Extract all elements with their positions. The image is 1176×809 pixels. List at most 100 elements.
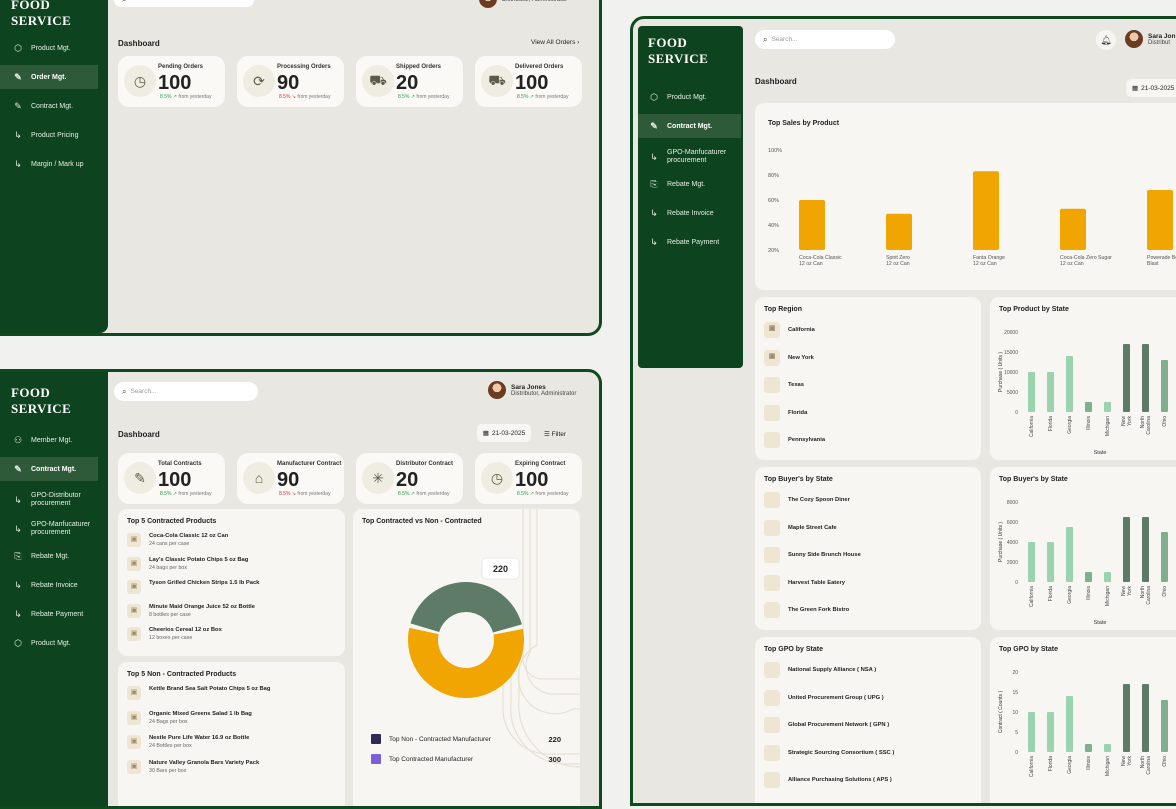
- sidebar-item-rebate-payment[interactable]: ↳ Rebate Payment: [0, 602, 98, 626]
- sidebar-item-contract-mgt[interactable]: ✎ Contract Mgt.: [0, 457, 98, 481]
- sidebar-item-rebate-mgt[interactable]: ⎘ Rebate Mgt.: [638, 172, 741, 196]
- donut-slice-contracted[interactable]: [408, 627, 524, 698]
- sidebar-item-member-mgt[interactable]: ⚇ Member Mgt.: [0, 428, 98, 452]
- list-item[interactable]: ▣ Minute Maid Orange Juice 52 oz Bottle 8 …: [127, 603, 255, 618]
- bell-icon[interactable]: ◔: [462, 0, 467, 4]
- state-bar[interactable]: [1123, 517, 1130, 582]
- state-bar[interactable]: [1085, 744, 1092, 752]
- sidebar-item-product-pricing[interactable]: ↳ Product Pricing: [0, 123, 98, 147]
- state-bar[interactable]: [1028, 372, 1035, 412]
- sales-bar[interactable]: [973, 171, 999, 250]
- filter-button[interactable]: ☰ Filter: [544, 430, 566, 438]
- state-bar[interactable]: [1028, 542, 1035, 582]
- list-item[interactable]: Harvest Table Eatery: [764, 574, 845, 591]
- user-profile[interactable]: Sara Jones Distributor, Administrator: [488, 381, 576, 399]
- stat-card-processing-orders[interactable]: ⟳ Processing Orders 90 8.5% ↘ from yeste…: [237, 56, 344, 107]
- date-picker[interactable]: ▦ 21-03-2025: [1126, 79, 1176, 97]
- state-bar[interactable]: [1066, 527, 1073, 582]
- x-tick-label: Georgia: [1067, 756, 1073, 774]
- product-name: Cheerios Cereal 12 oz Box: [149, 627, 222, 633]
- state-bar[interactable]: [1047, 372, 1054, 412]
- state-bar[interactable]: [1123, 684, 1130, 752]
- list-item[interactable]: Pennsylvania: [764, 432, 825, 448]
- sidebar-item-rebate-payment[interactable]: ↳ Rebate Payment: [638, 230, 741, 254]
- list-item[interactable]: ▣ Cheerios Cereal 12 oz Box 12 boxes per c…: [127, 627, 222, 641]
- bell-icon[interactable]: 🔔︎: [1096, 30, 1116, 50]
- list-item[interactable]: Global Procurement Network ( GPN ): [764, 717, 889, 733]
- list-item[interactable]: Maple Street Cafe: [764, 519, 837, 536]
- sidebar-item-gpo-manfucaturer-procurement[interactable]: ↳ GPO-Manfucaturer procurement: [638, 143, 741, 171]
- list-item[interactable]: National Supply Alliance ( NSA ): [764, 662, 876, 678]
- sidebar-item-contract-mgt[interactable]: ✎ Contract Mgt.: [0, 94, 98, 118]
- list-item[interactable]: Florida: [764, 404, 807, 421]
- list-item[interactable]: Alliance Purchasing Solutions ( APS ): [764, 772, 892, 788]
- x-tick-label: Ohio: [1162, 586, 1168, 597]
- date-picker[interactable]: ▦ 21-03-2025: [477, 424, 531, 442]
- sales-bar[interactable]: [1147, 190, 1173, 250]
- state-bar[interactable]: [1104, 572, 1111, 582]
- sidebar-item-gpo-manfucaturer-procurement[interactable]: ↳ GPO-Manfucaturer procurement: [0, 515, 98, 543]
- state-bar[interactable]: [1028, 712, 1035, 752]
- list-item[interactable]: ▣ Lay's Classic Potato Chips 5 oz Bag 24 b…: [127, 556, 248, 571]
- state-bar[interactable]: [1142, 517, 1149, 582]
- search-input[interactable]: ⌕: [114, 0, 254, 7]
- state-bar[interactable]: [1161, 700, 1168, 752]
- stat-card-distributor-contract[interactable]: ✳ Distributor Contract 20 8.5% ↗ from ye…: [356, 453, 463, 504]
- stat-card-manufacturer-contract[interactable]: ⌂ Manufacturer Contract 90 8.5% ↘ from y…: [237, 453, 344, 504]
- y-axis-label: Contract ( Counts ): [998, 691, 1004, 734]
- state-bar[interactable]: [1104, 402, 1111, 412]
- sidebar-item-rebate-invoice[interactable]: ↳ Rebate Invoice: [0, 573, 98, 597]
- list-item[interactable]: ▣ Nestle Pure Life Water 16.9 oz Bottle 24…: [127, 735, 249, 749]
- search-input[interactable]: ⌕ Search...: [114, 382, 258, 401]
- state-bar[interactable]: [1123, 344, 1130, 412]
- list-item[interactable]: Sunny Side Brunch House: [764, 547, 861, 563]
- stat-card-delivered-orders[interactable]: ⛟ Delivered Orders 100 8.5% ↗ from yeste…: [475, 56, 582, 107]
- search-input[interactable]: ⌕ Search...: [755, 30, 895, 49]
- list-item[interactable]: ▣ Coca-Cola Classic 12 oz Can 24 cans per …: [127, 533, 228, 547]
- sidebar-item-rebate-mgt[interactable]: ⎘ Rebate Mgt.: [0, 544, 98, 568]
- list-item[interactable]: Texas: [764, 377, 804, 393]
- list-item[interactable]: The Cozy Spoon Diner: [764, 492, 850, 508]
- state-bar[interactable]: [1161, 532, 1168, 582]
- donut-slice-non-contracted[interactable]: [410, 582, 522, 633]
- item-label: The Green Fork Bistro: [788, 607, 850, 613]
- sidebar-item-order-mgt[interactable]: ✎ Order Mgt.: [0, 65, 98, 89]
- state-bar[interactable]: [1085, 572, 1092, 582]
- sidebar-item-margin-mark-up[interactable]: ↳ Margin / Mark up: [0, 152, 98, 176]
- stat-card-pending-orders[interactable]: ◷ Pending Orders 100 8.5% ↗ from yesterd…: [118, 56, 225, 107]
- list-item[interactable]: Strategic Sourcing Consortium ( SSC ): [764, 744, 894, 761]
- state-bar[interactable]: [1085, 402, 1092, 412]
- state-bar[interactable]: [1142, 684, 1149, 752]
- list-item[interactable]: ▣ Tyson Grilled Chicken Strips 1.5 lb Pac…: [127, 580, 259, 594]
- list-item[interactable]: ▣ Nature Valley Granola Bars Variety Pack…: [127, 759, 259, 774]
- user-profile[interactable]: Sara Jon Distribut: [1125, 30, 1175, 48]
- state-bar[interactable]: [1142, 344, 1149, 412]
- sidebar-item-gpo-distributor-procurement[interactable]: ↳ GPO-Distributor procurement: [0, 486, 98, 514]
- sidebar-item-product-mgt[interactable]: ⬡ Product Mgt.: [638, 85, 741, 109]
- state-bar[interactable]: [1047, 712, 1054, 752]
- sidebar-item-contract-mgt[interactable]: ✎ Contract Mgt.: [638, 114, 741, 138]
- sidebar-item-product-mgt[interactable]: ⬡ Product Mgt.: [0, 36, 98, 60]
- sidebar-item-product-mgt[interactable]: ⬡ Product Mgt.: [0, 631, 98, 655]
- state-bar[interactable]: [1047, 542, 1054, 582]
- list-item[interactable]: ▣ New York: [764, 349, 814, 366]
- stat-card-expiring-contract[interactable]: ◷ Expiring Contract 100 8.5% ↗ from yest…: [475, 453, 582, 504]
- user-profile[interactable]: ◔ Distributor, Administrator: [462, 0, 567, 8]
- state-bar[interactable]: [1104, 744, 1111, 752]
- list-item[interactable]: ▣ California: [764, 322, 815, 338]
- list-item[interactable]: ▣ Kettle Brand Sea Salt Potato Chips 5 oz…: [127, 686, 270, 700]
- placeholder-thumb: [764, 744, 780, 761]
- sales-bar[interactable]: [799, 200, 825, 250]
- list-item[interactable]: ▣ Organic Mixed Greens Salad 1 lb Bag 24 B…: [127, 710, 252, 725]
- view-all-orders-link[interactable]: View All Orders ›: [531, 39, 579, 46]
- list-item[interactable]: United Procurement Group ( UPG ): [764, 689, 884, 706]
- sidebar-item-rebate-invoice[interactable]: ↳ Rebate Invoice: [638, 201, 741, 225]
- state-bar[interactable]: [1066, 356, 1073, 412]
- stat-card-total-contracts[interactable]: ✎ Total Contracts 100 8.5% ↗ from yester…: [118, 453, 225, 504]
- sales-bar[interactable]: [886, 213, 912, 250]
- state-bar[interactable]: [1161, 360, 1168, 412]
- list-item[interactable]: The Green Fork Bistro: [764, 602, 849, 618]
- sales-bar[interactable]: [1060, 208, 1086, 250]
- stat-card-shipped-orders[interactable]: ⛟ Shipped Orders 20 8.5% ↗ from yesterda…: [356, 56, 463, 107]
- state-bar[interactable]: [1066, 696, 1073, 752]
